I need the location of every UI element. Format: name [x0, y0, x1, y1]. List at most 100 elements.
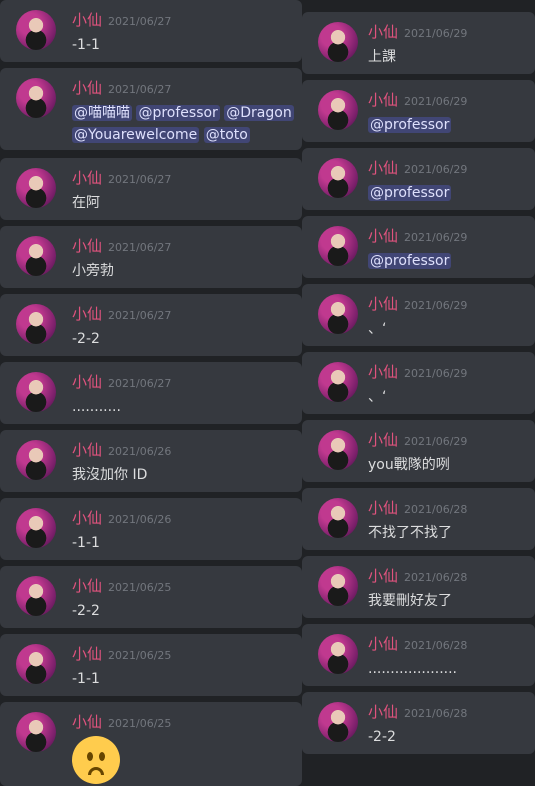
avatar[interactable] — [318, 294, 358, 334]
message[interactable]: 小仙 2021/06/28 我要刪好友了 — [302, 556, 535, 618]
author-name[interactable]: 小仙 — [368, 703, 398, 721]
avatar[interactable] — [16, 304, 56, 344]
mention[interactable]: @喵喵喵 — [72, 105, 132, 121]
timestamp: 2021/06/29 — [404, 231, 468, 244]
message-header: 小仙 2021/06/25 — [72, 643, 171, 664]
message-header: 小仙 2021/06/28 — [368, 497, 467, 518]
message[interactable]: 小仙 2021/06/27 -1-1 — [0, 0, 302, 62]
message-text: .................... — [368, 661, 458, 677]
mention[interactable]: @professor — [136, 105, 220, 121]
author-name[interactable]: 小仙 — [368, 635, 398, 653]
avatar[interactable] — [16, 644, 56, 684]
author-name[interactable]: 小仙 — [368, 363, 398, 381]
avatar[interactable] — [16, 78, 56, 118]
message[interactable]: 小仙 2021/06/28 不找了不找了 — [302, 488, 535, 550]
message-text: -1-1 — [72, 671, 100, 687]
author-name[interactable]: 小仙 — [72, 509, 102, 527]
avatar[interactable] — [318, 22, 358, 62]
author-name[interactable]: 小仙 — [368, 499, 398, 517]
message[interactable]: 小仙 2021/06/29 @professor — [302, 80, 535, 142]
mention[interactable]: @professor — [368, 117, 452, 133]
avatar[interactable] — [318, 702, 358, 742]
author-name[interactable]: 小仙 — [368, 159, 398, 177]
avatar[interactable] — [318, 226, 358, 266]
mention[interactable]: @Youarewelcome — [72, 127, 200, 143]
author-name[interactable]: 小仙 — [72, 713, 102, 731]
author-name[interactable]: 小仙 — [72, 79, 102, 97]
timestamp: 2021/06/26 — [108, 513, 172, 526]
mention[interactable]: @professor — [368, 185, 452, 201]
mention[interactable]: @Dragon — [224, 105, 294, 121]
avatar[interactable] — [318, 158, 358, 198]
mention[interactable]: @toto — [203, 127, 250, 143]
message-text: -2-2 — [72, 603, 100, 619]
author-name[interactable]: 小仙 — [368, 23, 398, 41]
message-header: 小仙 2021/06/25 — [72, 711, 171, 732]
author-name[interactable]: 小仙 — [368, 227, 398, 245]
author-name[interactable]: 小仙 — [72, 11, 102, 29]
message[interactable]: 小仙 2021/06/28 .................... — [302, 624, 535, 686]
avatar[interactable] — [16, 236, 56, 276]
message[interactable]: 小仙 2021/06/29 、‘ — [302, 284, 535, 346]
avatar[interactable] — [318, 90, 358, 130]
author-name[interactable]: 小仙 — [72, 577, 102, 595]
message-text: ........... — [72, 399, 121, 415]
timestamp: 2021/06/27 — [108, 83, 172, 96]
author-name[interactable]: 小仙 — [72, 237, 102, 255]
message[interactable]: 小仙 2021/06/27 -2-2 — [0, 294, 302, 356]
timestamp: 2021/06/25 — [108, 581, 172, 594]
author-name[interactable]: 小仙 — [368, 431, 398, 449]
author-name[interactable]: 小仙 — [368, 295, 398, 313]
author-name[interactable]: 小仙 — [368, 567, 398, 585]
author-name[interactable]: 小仙 — [72, 305, 102, 323]
message-text: you戰隊的咧 — [368, 457, 450, 473]
message-text: -1-1 — [72, 37, 100, 53]
avatar[interactable] — [318, 634, 358, 674]
message-text: 不找了不找了 — [368, 525, 452, 541]
avatar[interactable] — [16, 168, 56, 208]
message[interactable]: 小仙 2021/06/26 -1-1 — [0, 498, 302, 560]
message[interactable]: 小仙 2021/06/25 — [0, 702, 302, 786]
avatar[interactable] — [16, 440, 56, 480]
author-name[interactable]: 小仙 — [72, 169, 102, 187]
avatar[interactable] — [318, 566, 358, 606]
timestamp: 2021/06/28 — [404, 639, 468, 652]
emoji-eye — [99, 752, 105, 761]
message-header: 小仙 2021/06/29 — [368, 293, 467, 314]
message-text: @professor — [368, 250, 529, 272]
message[interactable]: 小仙 2021/06/27 @喵喵喵 @professor @Dragon @Yo… — [0, 68, 302, 150]
author-name[interactable]: 小仙 — [368, 91, 398, 109]
mention[interactable]: @professor — [368, 253, 452, 269]
message[interactable]: 小仙 2021/06/29 @professor — [302, 148, 535, 210]
author-name[interactable]: 小仙 — [72, 441, 102, 459]
avatar[interactable] — [16, 372, 56, 412]
avatar[interactable] — [318, 362, 358, 402]
message-header: 小仙 2021/06/26 — [72, 507, 171, 528]
message-text: @professor — [368, 182, 529, 204]
message[interactable]: 小仙 2021/06/29 上課 — [302, 12, 535, 74]
emoji-eye — [87, 752, 93, 761]
message[interactable]: 小仙 2021/06/27 在阿 — [0, 158, 302, 220]
message[interactable]: 小仙 2021/06/27 小旁勃 — [0, 226, 302, 288]
timestamp: 2021/06/29 — [404, 367, 468, 380]
message[interactable]: 小仙 2021/06/26 我沒加你 ID — [0, 430, 302, 492]
frowning-face-emoji-icon — [72, 736, 120, 784]
message-header: 小仙 2021/06/29 — [368, 89, 467, 110]
message[interactable]: 小仙 2021/06/29 you戰隊的咧 — [302, 420, 535, 482]
avatar[interactable] — [16, 10, 56, 50]
message[interactable]: 小仙 2021/06/27 ........... — [0, 362, 302, 424]
avatar[interactable] — [318, 430, 358, 470]
message[interactable]: 小仙 2021/06/25 -2-2 — [0, 566, 302, 628]
message[interactable]: 小仙 2021/06/29 @professor — [302, 216, 535, 278]
avatar[interactable] — [16, 508, 56, 548]
avatar[interactable] — [318, 498, 358, 538]
message[interactable]: 小仙 2021/06/28 -2-2 — [302, 692, 535, 754]
avatar[interactable] — [16, 576, 56, 616]
message-text: @喵喵喵 @professor @Dragon @Youarewelcome @… — [72, 102, 296, 146]
avatar[interactable] — [16, 712, 56, 752]
author-name[interactable]: 小仙 — [72, 373, 102, 391]
author-name[interactable]: 小仙 — [72, 645, 102, 663]
message-header: 小仙 2021/06/29 — [368, 225, 467, 246]
message[interactable]: 小仙 2021/06/29 、‘ — [302, 352, 535, 414]
message[interactable]: 小仙 2021/06/25 -1-1 — [0, 634, 302, 696]
